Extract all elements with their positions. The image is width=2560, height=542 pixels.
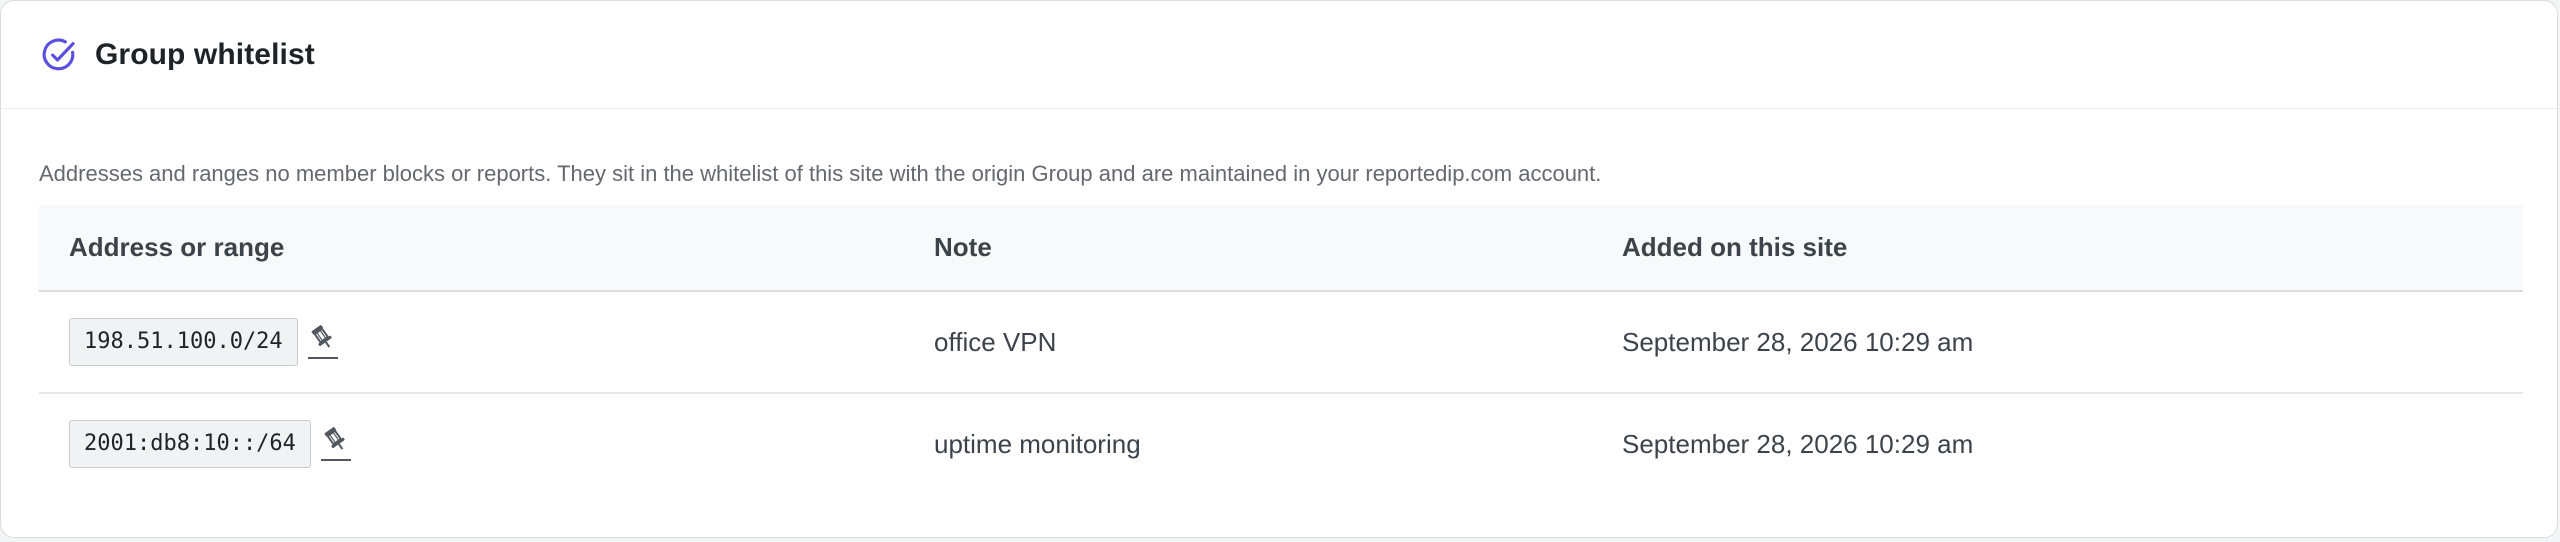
column-header-note: Note <box>934 232 992 263</box>
card-description: Addresses and ranges no member blocks or… <box>39 161 1602 186</box>
table-header-row: Address or range Note Added on this site <box>39 205 2523 292</box>
note-cell: uptime monitoring <box>934 428 1141 459</box>
table-row: 2001:db8:10::/64 uptime monitoring Septe… <box>39 393 2523 494</box>
pin-icon[interactable] <box>319 424 353 464</box>
address-code: 2001:db8:10::/64 <box>69 420 311 469</box>
added-cell: September 28, 2026 10:29 am <box>1622 428 1974 459</box>
pin-icon[interactable] <box>306 322 340 362</box>
card-body: Addresses and ranges no member blocks or… <box>1 161 2557 494</box>
table-row: 198.51.100.0/24 office VPN September 28,… <box>39 291 2523 395</box>
check-circle-icon <box>39 35 79 75</box>
table-body: 198.51.100.0/24 office VPN September 28,… <box>39 291 2523 494</box>
column-header-address: Address or range <box>69 232 285 263</box>
address-code: 198.51.100.0/24 <box>69 318 298 367</box>
table-header: Address or range Note Added on this site <box>39 205 2523 292</box>
card-header: Group whitelist <box>1 1 2557 109</box>
card-title: Group whitelist <box>95 37 315 71</box>
address-wrap: 198.51.100.0/24 <box>69 318 340 367</box>
group-whitelist-card: Group whitelist Addresses and ranges no … <box>0 0 2558 538</box>
address-cell: 198.51.100.0/24 <box>39 291 904 395</box>
address-cell: 2001:db8:10::/64 <box>39 393 904 494</box>
address-wrap: 2001:db8:10::/64 <box>69 420 353 469</box>
whitelist-table: Address or range Note Added on this site… <box>39 205 2523 494</box>
column-header-added: Added on this site <box>1622 232 1848 263</box>
added-cell: September 28, 2026 10:29 am <box>1592 291 2523 395</box>
note-cell: office VPN <box>904 291 1592 395</box>
